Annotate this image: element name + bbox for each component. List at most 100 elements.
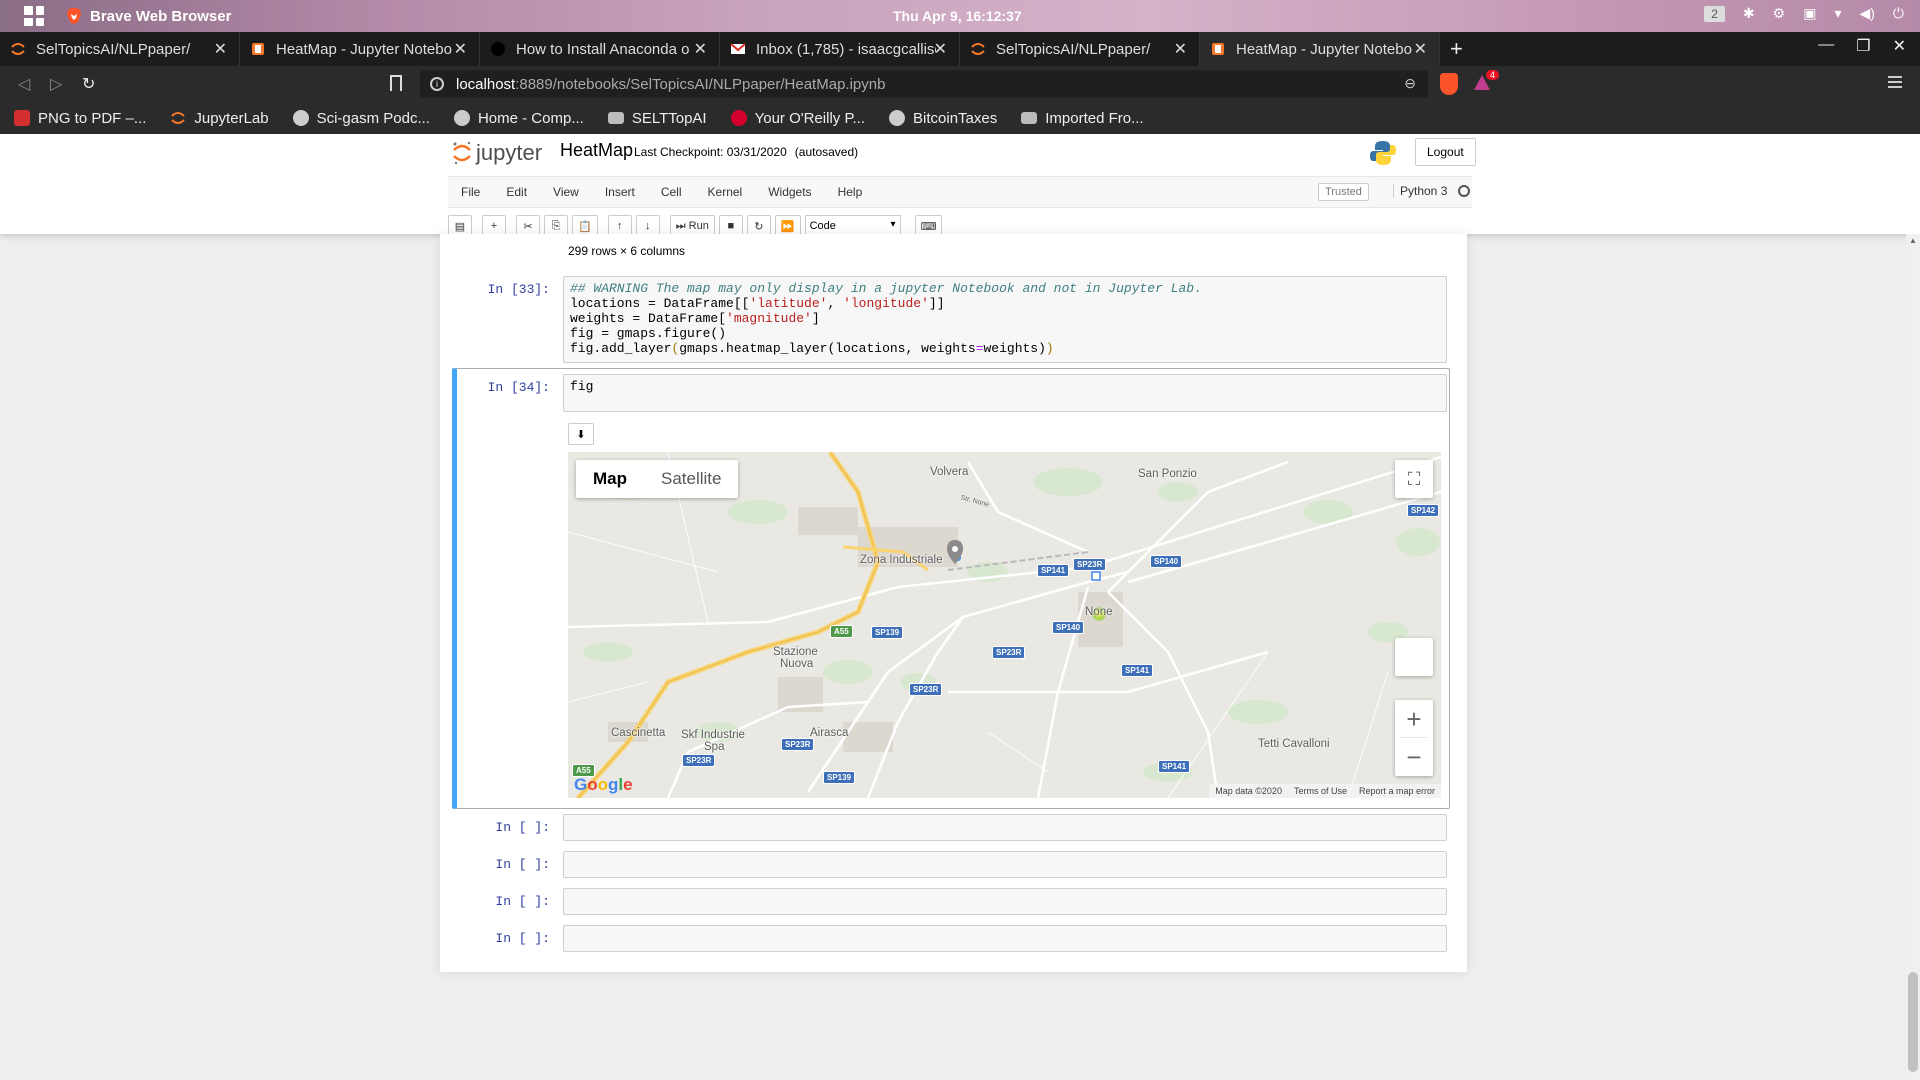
steam-icon[interactable]: ⚙ (1773, 5, 1786, 22)
zoom-out-button[interactable]: − (1395, 738, 1433, 776)
cell-prompt: In [33]: (487, 282, 550, 297)
bookmark-item[interactable]: JupyterLab (170, 110, 269, 127)
power-icon[interactable]: ⏻ (1893, 5, 1904, 22)
close-icon[interactable]: ✕ (1174, 39, 1187, 59)
image-icon[interactable]: ▣ (1803, 5, 1816, 22)
menu-file[interactable]: File (448, 185, 493, 199)
bookmark-item[interactable]: Home - Comp... (453, 110, 584, 127)
app-grid-icon[interactable] (24, 6, 44, 26)
map-type-map-button[interactable]: Map (576, 469, 644, 489)
reload-icon[interactable]: ↻ (82, 74, 96, 94)
empty-cell-input[interactable] (563, 851, 1447, 878)
back-icon[interactable]: ◁ (18, 74, 32, 94)
report-map-error-link[interactable]: Report a map error (1353, 786, 1441, 796)
download-icon[interactable]: ⬇ (568, 423, 594, 445)
road-shield: SP140 (1052, 621, 1085, 634)
app-name: Brave Web Browser (90, 7, 232, 25)
place-label: Cascinetta (611, 727, 666, 739)
bookmark-icon[interactable] (390, 75, 402, 91)
minimize-icon[interactable]: — (1818, 36, 1834, 56)
menu-widgets[interactable]: Widgets (755, 185, 824, 199)
browser-tab[interactable]: Inbox (1,785) - isaacgcalliso ✕ (720, 32, 960, 66)
bookmark-item[interactable]: BitcoinTaxes (889, 110, 997, 127)
map-data-credit: Map data ©2020 (1215, 786, 1282, 796)
bookmark-item[interactable]: Imported Fro... (1021, 110, 1144, 127)
terms-of-use-link[interactable]: Terms of Use (1288, 786, 1353, 796)
browser-tab[interactable]: SelTopicsAI/NLPpaper/ ✕ (0, 32, 240, 66)
volume-icon[interactable]: ◀) (1859, 5, 1874, 22)
place-label: Volvera (930, 466, 969, 478)
close-icon[interactable]: ✕ (694, 39, 707, 59)
close-icon[interactable]: ✕ (214, 39, 227, 59)
code-cell-input[interactable]: ## WARNING The map may only display in a… (563, 276, 1447, 363)
maximize-icon[interactable]: ❐ (1856, 36, 1870, 56)
close-icon[interactable]: ✕ (1414, 39, 1427, 59)
bookmark-item[interactable]: SELTTopAI (607, 110, 707, 127)
logout-button[interactable]: Logout (1415, 138, 1476, 166)
google-map[interactable]: Volvera San Ponzio Zona Industriale None… (568, 452, 1441, 798)
brave-shields-icon[interactable] (1440, 73, 1458, 95)
clock[interactable]: Thu Apr 9, 16:12:37 (893, 8, 1022, 24)
menu-view[interactable]: View (540, 185, 592, 199)
forward-icon[interactable]: ▷ (50, 74, 64, 94)
code-text: fig = gmaps.figure() (570, 326, 727, 341)
notebook-name[interactable]: HeatMap (560, 140, 633, 161)
run-label: Run (688, 220, 709, 232)
close-window-icon[interactable]: ✕ (1893, 36, 1906, 56)
jupyter-logo[interactable]: jupyter (452, 140, 542, 166)
cell-prompt: In [ ]: (495, 894, 550, 909)
close-icon[interactable]: ✕ (454, 39, 467, 59)
street-view-pegman-icon[interactable] (1395, 638, 1433, 676)
scrollbar-thumb[interactable] (1908, 972, 1918, 1072)
menu-help[interactable]: Help (825, 185, 876, 199)
browser-tab[interactable]: SelTopicsAI/NLPpaper/ ✕ (960, 32, 1200, 66)
browser-tab[interactable]: HeatMap - Jupyter Notebo ✕ (240, 32, 480, 66)
trusted-indicator[interactable]: Trusted (1318, 183, 1369, 201)
menu-edit[interactable]: Edit (493, 185, 540, 199)
zoom-in-button[interactable]: + (1395, 700, 1433, 738)
browser-tab-active[interactable]: HeatMap - Jupyter Notebo ✕ (1200, 32, 1440, 66)
empty-cell-input[interactable] (563, 814, 1447, 841)
map-type-satellite-button[interactable]: Satellite (644, 469, 738, 489)
google-logo[interactable]: Google (574, 775, 633, 795)
workspace-indicator[interactable]: 2 (1704, 5, 1725, 22)
page-scrollbar[interactable] (1906, 234, 1920, 1080)
road-shield: SP141 (1121, 664, 1154, 677)
slack-icon[interactable]: ✱ (1743, 5, 1755, 22)
dataframe-shape: 299 rows × 6 columns (568, 244, 686, 258)
site-info-icon[interactable]: i (430, 77, 444, 91)
kernel-status-icon (1458, 185, 1470, 197)
map-type-control: Map Satellite (576, 460, 739, 498)
menu-icon[interactable] (1888, 76, 1902, 91)
gmail-icon (730, 43, 746, 54)
new-tab-button[interactable]: + (1450, 36, 1463, 62)
fullscreen-icon[interactable]: ⛶ (1395, 460, 1433, 498)
place-label: Skf Industrie (681, 729, 745, 741)
code-text: gmaps.heatmap_layer(locations, weights (679, 341, 976, 356)
browser-tab[interactable]: How to Install Anaconda o ✕ (480, 32, 720, 66)
empty-cell-input[interactable] (563, 925, 1447, 952)
empty-cell-input[interactable] (563, 888, 1447, 915)
code-string: 'latitude' (749, 296, 828, 311)
menu-insert[interactable]: Insert (592, 185, 648, 199)
system-tray: 2 ✱ ⚙ ▣ ▾ ◀) ⏻ (1704, 5, 1904, 22)
jupyter-icon (971, 43, 985, 55)
bookmark-item[interactable]: Your O'Reilly P... (730, 110, 865, 127)
code-cell-input[interactable]: fig (563, 374, 1447, 412)
bookmark-item[interactable]: PNG to PDF –... (14, 110, 146, 127)
globe-icon (292, 110, 309, 126)
wifi-icon[interactable]: ▾ (1834, 5, 1841, 22)
cell-prompt: In [ ]: (495, 931, 550, 946)
menu-cell[interactable]: Cell (648, 185, 695, 199)
menu-kernel[interactable]: Kernel (695, 185, 756, 199)
address-bar: ◁ ▷ ↻ i localhost:8889/notebooks/SelTopi… (0, 66, 1920, 102)
step-forward-icon: ⏭ (675, 219, 686, 232)
zoom-icon[interactable]: ⊖ (1404, 75, 1416, 92)
pdf-icon (14, 110, 30, 126)
cell-prompt: In [34]: (487, 380, 550, 395)
url-field[interactable]: i localhost:8889/notebooks/SelTopicsAI/N… (420, 70, 1428, 98)
code-comment: ## WARNING The map may only display in a… (570, 281, 1202, 296)
close-icon[interactable]: ✕ (934, 39, 947, 59)
scroll-up-icon[interactable]: ▲ (1909, 236, 1917, 245)
bookmark-item[interactable]: Sci-gasm Podc... (292, 110, 430, 127)
